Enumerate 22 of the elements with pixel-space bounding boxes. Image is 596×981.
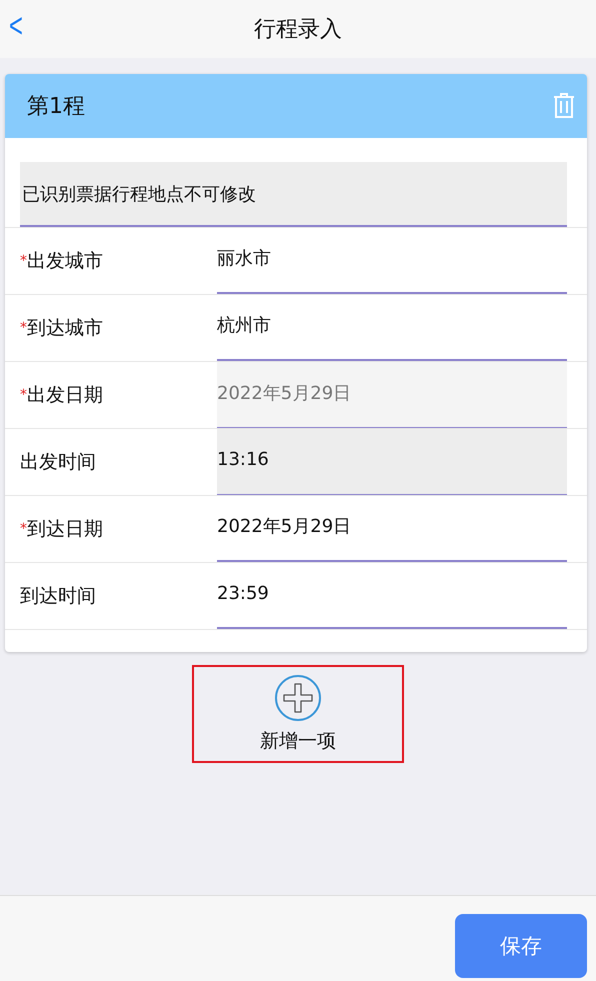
save-button[interactable]: 保存 xyxy=(455,914,587,978)
page-title: 行程录入 xyxy=(254,16,342,44)
add-item-button[interactable]: 新增一项 xyxy=(192,665,404,763)
input-field[interactable]: 23:59 xyxy=(217,563,567,629)
field-label: 出发时间 xyxy=(20,450,96,475)
required-mark: * xyxy=(20,320,27,336)
field-label: 到达时间 xyxy=(20,584,96,609)
field-label: 到达城市 xyxy=(27,316,103,341)
trip-title: 第1程 xyxy=(27,93,85,121)
input-field[interactable]: 2022年5月29日 xyxy=(217,496,567,562)
trash-icon[interactable] xyxy=(553,93,575,119)
back-button[interactable]: < xyxy=(4,6,28,46)
required-mark: * xyxy=(20,387,27,403)
required-mark: * xyxy=(20,521,27,537)
field-label: 出发日期 xyxy=(27,383,103,408)
plus-circle-icon xyxy=(274,674,322,722)
field-label: 到达日期 xyxy=(27,517,103,542)
notice-field: 已识别票据行程地点不可修改 xyxy=(20,162,567,227)
required-mark: * xyxy=(20,253,27,269)
input-field[interactable]: 丽水市 xyxy=(217,228,567,294)
field-label: 出发城市 xyxy=(27,249,103,274)
input-field[interactable]: 13:16 xyxy=(217,429,567,495)
